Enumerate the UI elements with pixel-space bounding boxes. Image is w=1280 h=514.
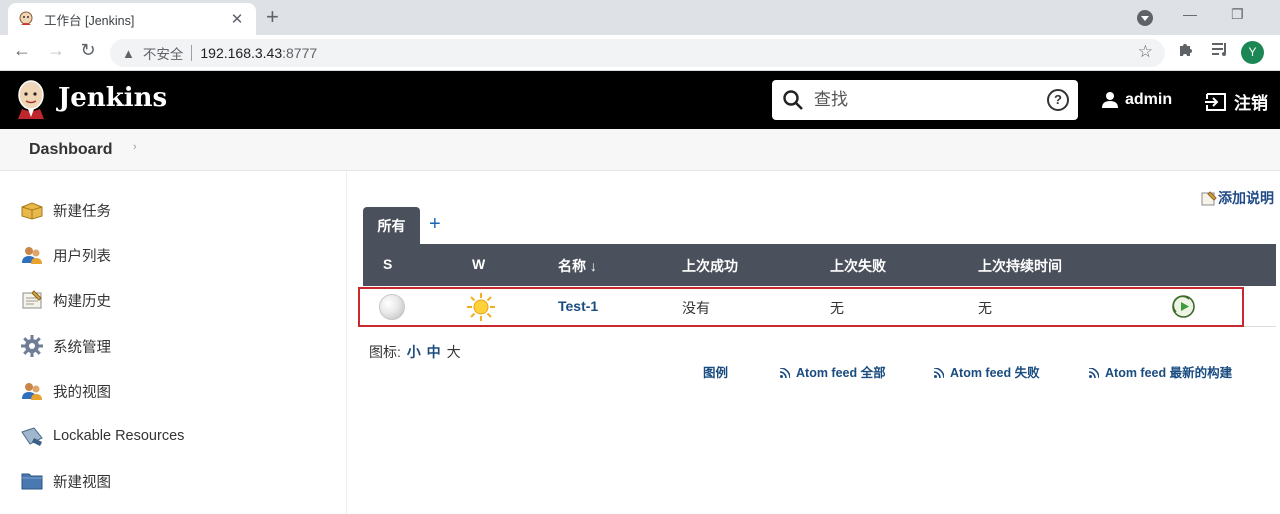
reading-list-icon[interactable] (1211, 41, 1229, 62)
sidebar-item-manage[interactable]: 系统管理 (20, 333, 111, 359)
column-header-last-success[interactable]: 上次成功 (682, 256, 738, 276)
minimize-icon[interactable]: — (1183, 6, 1197, 22)
add-view-button[interactable]: + (429, 213, 441, 236)
icon-size-medium[interactable]: 中 (427, 344, 441, 360)
search-box: ? (772, 80, 1078, 120)
help-icon[interactable]: ? (1047, 89, 1069, 111)
restore-icon[interactable]: ❐ (1231, 6, 1244, 23)
chevron-right-icon[interactable]: › (133, 141, 137, 153)
sidebar-item-label: 我的视图 (53, 384, 111, 401)
logout-label: 注销 (1234, 94, 1268, 113)
sidebar-item-my-views[interactable]: 我的视图 (20, 378, 111, 404)
user-link[interactable]: admin (1101, 91, 1172, 109)
breadcrumb-dashboard[interactable]: Dashboard (29, 141, 113, 159)
icon-size-selector: 图标: 小 中 大 (369, 342, 461, 362)
url-host: 192.168.3.43 (200, 45, 283, 61)
tab-title: 工作台 [Jenkins] (44, 13, 135, 28)
url-port: :8777 (282, 45, 318, 61)
sidebar-item-label: 系统管理 (53, 339, 111, 356)
sidebar-item-label: 新建任务 (53, 203, 111, 220)
column-header-weather[interactable]: W (472, 256, 485, 272)
atom-feed-all-link[interactable]: Atom feed 全部 (779, 362, 886, 381)
forward-arrow-icon[interactable]: → (44, 40, 68, 61)
address-bar[interactable]: ▲ 不安全 192.168.3.43 :8777 ☆ (110, 39, 1165, 67)
sidebar-item-label: 构建历史 (53, 293, 111, 310)
folder-icon (20, 469, 44, 493)
add-description-label: 添加说明 (1218, 190, 1274, 206)
gear-icon (20, 334, 44, 358)
jenkins-favicon-icon (18, 11, 34, 27)
warning-icon: ▲ (122, 45, 135, 61)
sidebar-item-label: Lockable Resources (53, 428, 185, 444)
atom-feed-all-label: Atom feed 全部 (796, 366, 886, 380)
insecure-label: 不安全 (142, 47, 184, 62)
jenkins-logo-icon[interactable] (14, 79, 48, 119)
user-icon (1101, 91, 1119, 109)
rss-icon (1088, 366, 1100, 378)
logout-icon (1204, 92, 1228, 112)
last-failure-cell: 无 (830, 300, 844, 316)
atom-feed-latest-label: Atom feed 最新的构建 (1105, 366, 1233, 380)
browser-toolbar: ← → ↻ ▲ 不安全 192.168.3.43 :8777 ☆ Y (0, 35, 1280, 71)
sidebar-item-new-job[interactable]: 新建任务 (20, 197, 111, 223)
sidebar-item-users[interactable]: 用户列表 (20, 242, 111, 268)
jenkins-title[interactable]: Jenkins (58, 83, 167, 113)
sidebar-item-label: 用户列表 (53, 248, 111, 265)
sidebar-item-build-history[interactable]: 构建历史 (20, 287, 111, 313)
icon-size-label: 图标: (369, 344, 401, 360)
tab-close-icon[interactable]: ✕ (228, 10, 246, 28)
icon-size-large: 大 (446, 344, 461, 360)
atom-feed-failures-label: Atom feed 失败 (950, 366, 1040, 380)
column-header-last-failure[interactable]: 上次失败 (830, 256, 886, 276)
notepad-icon (20, 288, 44, 312)
legend-link[interactable]: 图例 (703, 362, 728, 381)
search-icon (782, 89, 804, 111)
extensions-puzzle-icon[interactable] (1178, 41, 1194, 62)
users-icon (20, 243, 44, 267)
jenkins-header: Jenkins ? admin 注销 (0, 71, 1280, 129)
side-panel: 新建任务 用户列表 构建历史 系统管理 我的视图 Lockable Resour… (0, 171, 347, 514)
last-success-cell: 没有 (682, 300, 710, 316)
atom-feed-failures-link[interactable]: Atom feed 失败 (933, 362, 1040, 381)
sidebar-item-lockable-resources[interactable]: Lockable Resources (20, 423, 184, 449)
atom-feed-latest-link[interactable]: Atom feed 最新的构建 (1088, 362, 1233, 381)
last-duration-cell: 无 (978, 300, 992, 316)
icon-size-small[interactable]: 小 (407, 344, 421, 360)
new-package-icon (20, 198, 44, 222)
legend-label: 图例 (703, 366, 729, 380)
omnibox-divider (191, 45, 193, 61)
sidebar-item-label: 新建视图 (53, 474, 111, 491)
table-row: Test-1 没有 无 无 (358, 286, 1276, 327)
profile-avatar[interactable]: Y (1241, 41, 1264, 64)
search-input[interactable] (814, 88, 1034, 112)
job-link[interactable]: Test-1 (558, 298, 598, 314)
user-name: admin (1125, 91, 1173, 108)
column-header-status[interactable]: S (383, 256, 392, 272)
column-header-name[interactable]: 名称 ↓ (558, 256, 597, 276)
rss-icon (933, 366, 945, 378)
add-description-link[interactable]: 添加说明 (1201, 188, 1274, 208)
table-header: S W 名称 ↓ 上次成功 上次失败 上次持续时间 (363, 244, 1276, 286)
rss-icon (779, 366, 791, 378)
breadcrumb: Dashboard › (0, 129, 1280, 171)
back-arrow-icon[interactable]: ← (10, 40, 34, 61)
tab-search-icon[interactable] (1137, 10, 1153, 26)
schedule-build-icon[interactable] (1171, 294, 1196, 319)
user-view-icon (20, 379, 44, 403)
lock-resource-icon (20, 424, 44, 448)
logout-link[interactable]: 注销 (1204, 89, 1268, 114)
reload-icon[interactable]: ↻ (76, 40, 100, 61)
status-not-built-icon (379, 294, 405, 320)
job-table: S W 名称 ↓ 上次成功 上次失败 上次持续时间 Test-1 没有 无 无 (358, 244, 1276, 327)
weather-sunny-icon (466, 292, 496, 322)
browser-tabstrip: 工作台 [Jenkins] ✕ + — ❐ (0, 0, 1280, 35)
bookmark-star-icon[interactable]: ☆ (1138, 42, 1153, 62)
edit-note-icon (1201, 190, 1217, 206)
new-tab-button[interactable]: + (266, 4, 279, 30)
tab-all[interactable]: 所有 (363, 207, 420, 244)
browser-tab[interactable]: 工作台 [Jenkins] ✕ (8, 3, 256, 35)
column-header-last-duration[interactable]: 上次持续时间 (978, 256, 1062, 276)
sidebar-item-new-view[interactable]: 新建视图 (20, 468, 111, 494)
